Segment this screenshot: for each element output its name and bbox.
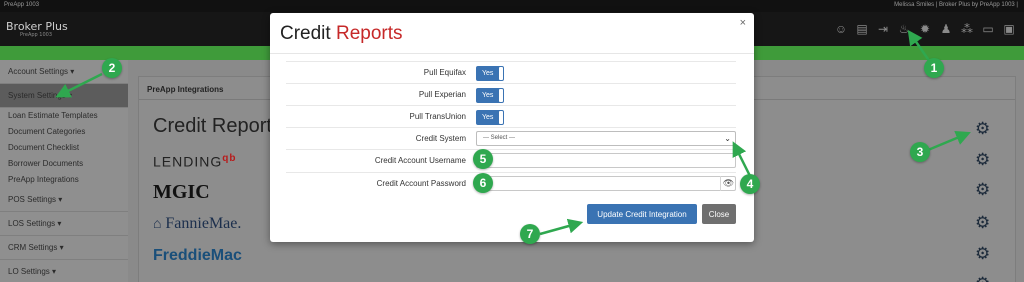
pull-equifax-toggle-text: Yes [482,70,494,77]
provider-freddiemac-label: FreddieMac [153,247,242,264]
sidebar: Account Settings ▾ System Settings ▾ Loa… [0,60,128,282]
sidebar-subitem-borrower-documents[interactable]: Borrower Documents [0,156,128,172]
field-row-pull-experian: Pull Experian Yes [286,83,736,105]
field-row-pull-transunion: Pull TransUnion Yes [286,105,736,127]
network-icon[interactable]: ⁂ [960,22,974,36]
sidebar-item-pos-settings[interactable]: POS Settings ▾ [0,188,128,212]
toggle-knob [499,89,503,102]
pull-transunion-label: Pull TransUnion [409,112,466,121]
pull-equifax-label: Pull Equifax [423,68,466,77]
provider-fanniemae-label: FannieMae. [165,215,242,232]
provider-fanniemae: ⌂ FannieMae. [153,215,241,233]
field-row-password: Credit Account Password 👁 [286,172,736,194]
sidebar-item-lo-settings[interactable]: LO Settings ▾ [0,260,128,282]
provider-credit-reports-label: Credit Reports [153,115,282,137]
close-button[interactable]: Close [702,204,736,224]
top-strip: PreApp 1003 Melissa Smiles | Broker Plus… [0,0,1024,12]
provider-lendingqb: LENDINGqb [153,153,236,170]
sidebar-item-system-settings[interactable]: System Settings ▾ [0,84,128,108]
callout-badge-6: 6 [473,173,493,193]
callout-badge-1: 1 [924,58,944,78]
provider-mgic-label: MGIC [153,181,210,203]
sidebar-subitem-preapp-integrations[interactable]: PreApp Integrations [0,172,128,188]
credit-reports-modal: Credit Reports × Pull Equifax Yes Pull E… [270,13,754,242]
provider-mgic: MGIC [153,181,210,204]
settings-icon[interactable]: ✹ [918,22,932,36]
modal-title-part1: Credit [280,23,331,44]
gear-icon[interactable]: ⚙ [975,275,995,282]
user-circle-icon[interactable]: ☺ [834,22,848,36]
credit-system-label: Credit System [415,134,466,143]
flame-icon[interactable]: ♨ [897,22,911,36]
gear-icon[interactable]: ⚙ [975,151,995,169]
username-field[interactable] [476,153,736,168]
pull-experian-toggle[interactable]: Yes [476,88,504,103]
callout-badge-5: 5 [473,149,493,169]
toggle-knob [499,111,503,124]
gear-icon[interactable]: ⚙ [975,245,995,263]
sidebar-subitem-document-categories[interactable]: Document Categories [0,124,128,140]
gear-icon[interactable]: ⚙ [975,120,995,138]
chevron-down-icon: ⌄ [724,134,731,143]
export-icon[interactable]: ⇥ [876,22,890,36]
provider-lendingqb-sup: qb [222,153,237,164]
fanniemae-logo-icon: ⌂ [153,217,162,232]
password-label: Credit Account Password [376,179,466,188]
sidebar-subitem-loan-estimate-templates[interactable]: Loan Estimate Templates [0,108,128,124]
credit-system-select[interactable]: --- Select --- ⌄ [476,131,736,146]
callout-badge-2: 2 [102,58,122,78]
credit-system-selected: --- Select --- [483,135,515,141]
app-logo[interactable]: Broker Plus PreApp 1003 [6,20,68,38]
field-row-pull-equifax: Pull Equifax Yes [286,61,736,83]
pull-transunion-toggle[interactable]: Yes [476,110,504,125]
document-icon[interactable]: ▤ [855,22,869,36]
provider-lendingqb-label: LENDING [153,153,223,170]
pull-transunion-toggle-text: Yes [482,114,494,121]
sidebar-subitem-document-checklist[interactable]: Document Checklist [0,140,128,156]
pull-equifax-toggle[interactable]: Yes [476,66,504,81]
provider-credit-reports: Credit Reports [153,115,282,138]
field-row-username: Credit Account Username [286,149,736,171]
modal-title: Credit Reports [280,23,403,45]
header-icon-bar: ☺ ▤ ⇥ ♨ ✹ ♟ ⁂ ▭ ▣ [834,22,1016,36]
sidebar-item-crm-settings[interactable]: CRM Settings ▾ [0,236,128,260]
pull-experian-label: Pull Experian [418,90,466,99]
provider-freddiemac: FreddieMac [153,247,242,265]
close-icon[interactable]: × [740,17,746,29]
callout-badge-7: 7 [520,224,540,244]
sidebar-item-los-settings[interactable]: LOS Settings ▾ [0,212,128,236]
modal-title-part2: Reports [335,23,403,44]
field-row-credit-system: Credit System --- Select --- ⌄ [286,127,736,149]
username-label: Credit Account Username [374,156,466,165]
monitor-icon[interactable]: ▭ [981,22,995,36]
top-strip-left: PreApp 1003 [4,2,40,8]
panel-title: PreApp Integrations [147,85,224,94]
callout-badge-3: 3 [910,142,930,162]
password-field[interactable] [476,176,736,191]
gear-icon[interactable]: ⚙ [975,214,995,232]
gear-icon[interactable]: ⚙ [975,181,995,199]
modal-divider [270,53,754,54]
toggle-knob [499,67,503,80]
user-settings-icon[interactable]: ♟ [939,22,953,36]
window-icon[interactable]: ▣ [1002,22,1016,36]
top-strip-right: Melissa Smiles | Broker Plus by PreApp 1… [894,2,1018,8]
eye-icon[interactable]: 👁 [720,176,736,191]
pull-experian-toggle-text: Yes [482,92,494,99]
update-credit-integration-button[interactable]: Update Credit Integration [587,204,697,224]
callout-badge-4: 4 [740,174,760,194]
